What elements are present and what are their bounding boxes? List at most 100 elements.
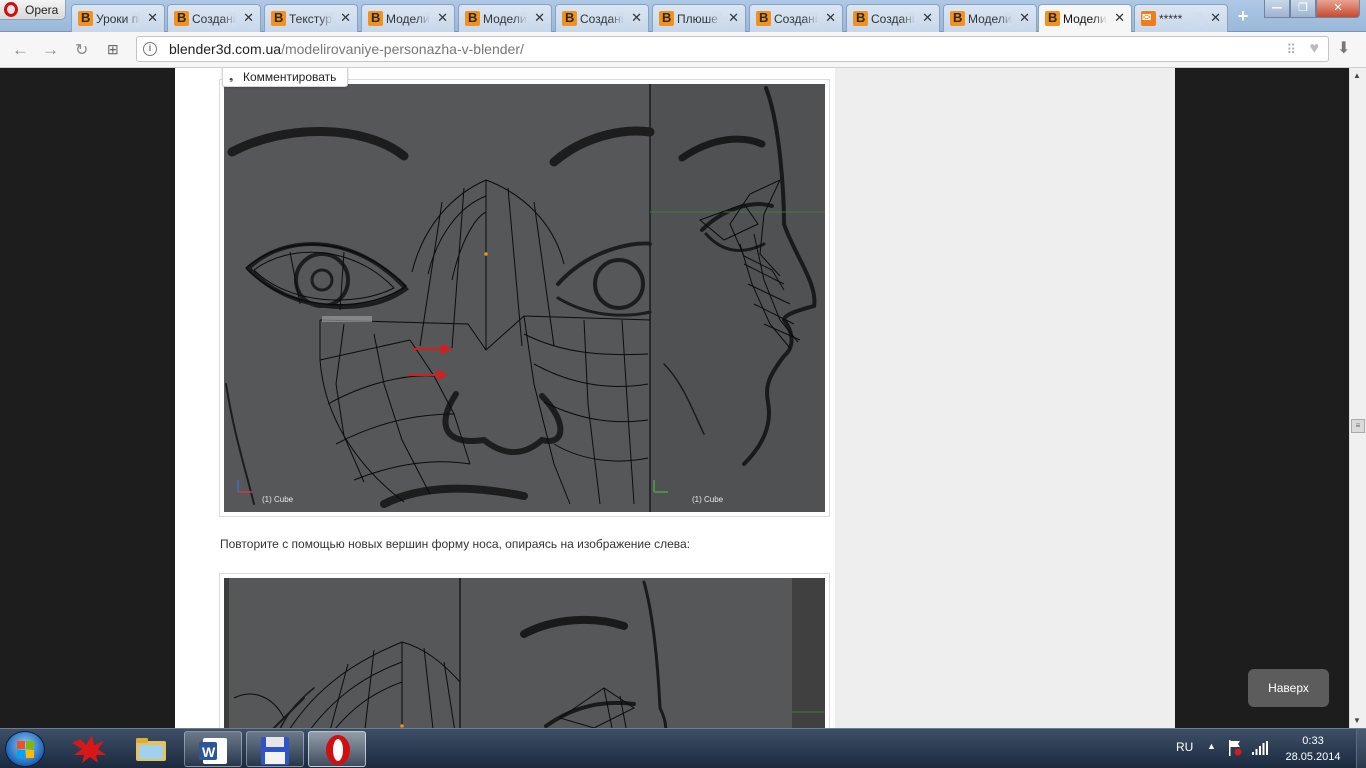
- scroll-down-arrow-icon[interactable]: ▼: [1353, 716, 1361, 725]
- tab[interactable]: Создание ✕: [749, 4, 843, 32]
- tab-title: Уроки по: [96, 12, 140, 26]
- tab-close-icon[interactable]: ✕: [1114, 10, 1125, 26]
- blender3d-favicon-icon: [271, 10, 286, 26]
- heart-bookmark-icon[interactable]: ♥: [1310, 40, 1320, 58]
- speed-dial-grid-icon[interactable]: ⊞: [107, 41, 119, 58]
- word-icon: W: [199, 738, 227, 764]
- blender3d-favicon-icon: [1045, 10, 1060, 26]
- svg-text:W: W: [202, 744, 216, 760]
- tab[interactable]: Уроки по ✕: [71, 4, 165, 32]
- close-window-icon[interactable]: ✕: [1316, 0, 1360, 18]
- tab-title: Создание: [192, 12, 236, 26]
- tab-close-icon[interactable]: ✕: [437, 10, 448, 26]
- tab-title: Создание: [774, 12, 818, 26]
- download-icon[interactable]: ⬇: [1337, 38, 1350, 58]
- tab[interactable]: Создание ✕: [846, 4, 940, 32]
- scroll-up-arrow-icon[interactable]: ▲: [1353, 71, 1361, 80]
- red-splat-icon: [72, 735, 106, 763]
- action-center-flag-icon[interactable]: [1228, 740, 1242, 756]
- maximize-icon[interactable]: ❐: [1290, 0, 1316, 18]
- url-text: blender3d.com.ua/modelirovaniye-personaz…: [169, 41, 524, 57]
- stash-grid-icon[interactable]: ⠿: [1286, 42, 1296, 58]
- comment-button[interactable]: ❟ Комментировать: [222, 68, 348, 87]
- tab-close-icon[interactable]: ✕: [922, 10, 933, 26]
- taskbar-save-app[interactable]: [246, 731, 304, 767]
- windows-taskbar: W RU ▲ 0:33 28.05.2014: [0, 728, 1366, 768]
- blender-viewport-screenshot-2: [224, 578, 825, 728]
- opera-icon: [326, 735, 350, 765]
- input-language-indicator[interactable]: RU: [1176, 740, 1193, 754]
- opera-menu-button[interactable]: Opera: [0, 0, 66, 20]
- tab[interactable]: Создание ✕: [167, 4, 261, 32]
- tab-active[interactable]: Моделир ✕: [1038, 4, 1132, 33]
- network-signal-icon[interactable]: [1252, 741, 1268, 755]
- tab-title: *****: [1159, 12, 1203, 26]
- blender3d-favicon-icon: [78, 10, 93, 26]
- comment-bubble-icon: ❟: [229, 71, 234, 83]
- tab-close-icon[interactable]: ✕: [631, 10, 642, 26]
- address-field[interactable]: i blender3d.com.ua/modelirovaniye-person…: [136, 36, 1329, 62]
- back-to-top-button[interactable]: Наверх: [1248, 669, 1329, 707]
- folder-icon: [136, 738, 166, 761]
- tutorial-image-2: [219, 573, 830, 728]
- blender3d-favicon-icon: [756, 10, 771, 26]
- viewport-left-label: (1) Cube: [262, 495, 294, 504]
- tab-close-icon[interactable]: ✕: [534, 10, 545, 26]
- clock-time: 0:33: [1302, 735, 1324, 747]
- window-controls: — ❐ ✕: [1264, 0, 1360, 18]
- tab-close-icon[interactable]: ✕: [825, 10, 836, 26]
- blender3d-favicon-icon: [950, 10, 965, 26]
- tutorial-image-1: (1) Cube (1) Cube: [219, 79, 830, 517]
- windows-logo-icon: [17, 741, 35, 759]
- taskbar-splat-app[interactable]: [60, 731, 118, 767]
- tab-close-icon[interactable]: ✕: [243, 10, 254, 26]
- tab-title: Создание: [871, 12, 915, 26]
- blender3d-favicon-icon: [368, 10, 383, 26]
- viewport-right-label: (1) Cube: [692, 495, 724, 504]
- back-arrow-icon[interactable]: ←: [12, 40, 29, 60]
- blender3d-favicon-icon: [562, 10, 577, 26]
- tab[interactable]: Текстур ✕: [264, 4, 358, 32]
- system-clock[interactable]: 0:33 28.05.2014: [1284, 733, 1342, 765]
- tab[interactable]: Моделир ✕: [943, 4, 1037, 32]
- tab-close-icon[interactable]: ✕: [1210, 10, 1221, 26]
- blender3d-favicon-icon: [465, 10, 480, 26]
- tab[interactable]: Создание ✕: [555, 4, 649, 32]
- clock-date: 28.05.2014: [1285, 751, 1341, 763]
- tab-title: Моделир: [1063, 12, 1107, 26]
- blender3d-favicon-icon: [659, 10, 674, 26]
- tab[interactable]: ***** ✕: [1134, 4, 1228, 32]
- minimize-icon[interactable]: —: [1264, 0, 1290, 18]
- mail-favicon-icon: [1141, 11, 1156, 26]
- start-button[interactable]: [5, 731, 45, 767]
- tab[interactable]: Плюше ✕: [652, 4, 746, 32]
- new-tab-button[interactable]: +: [1232, 6, 1254, 26]
- tab-title: Моделир: [483, 12, 527, 26]
- site-info-icon[interactable]: i: [143, 42, 157, 56]
- taskbar-explorer[interactable]: [122, 731, 180, 767]
- tab-close-icon[interactable]: ✕: [340, 10, 351, 26]
- tab-title: Плюше: [677, 12, 721, 26]
- scroll-thumb[interactable]: ≡: [1351, 419, 1365, 433]
- show-hidden-icons-arrow-icon[interactable]: ▲: [1207, 741, 1216, 751]
- page-viewport: ❟ Комментировать (1) Cube (1) Cube Повто…: [0, 68, 1366, 728]
- opera-logo-icon: [4, 2, 18, 17]
- blender3d-favicon-icon: [853, 10, 868, 26]
- reload-icon[interactable]: ↻: [75, 40, 88, 60]
- taskbar-opera[interactable]: [308, 731, 366, 767]
- step-caption: Повторите с помощью новых вершин форму н…: [220, 537, 691, 551]
- navigation-toolbar: ← → ↻ ⊞ i blender3d.com.ua/modelirovaniy…: [0, 32, 1366, 68]
- tab[interactable]: Моделир ✕: [458, 4, 552, 32]
- tab-close-icon[interactable]: ✕: [728, 10, 739, 26]
- page-scrollbar[interactable]: ▲ ≡ ▼: [1349, 68, 1366, 728]
- forward-arrow-icon[interactable]: →: [42, 40, 59, 60]
- tab-close-icon[interactable]: ✕: [1019, 10, 1030, 26]
- tab-bar: Opera Уроки по ✕ Создание ✕ Текстур ✕ Мо…: [0, 0, 1366, 33]
- tab[interactable]: Моделир ✕: [361, 4, 455, 32]
- tab-title: Моделир: [386, 12, 430, 26]
- blender-viewport-screenshot-1: (1) Cube (1) Cube: [224, 84, 825, 512]
- tab-title: Текстур: [289, 12, 333, 26]
- taskbar-word[interactable]: W: [184, 731, 242, 767]
- tab-close-icon[interactable]: ✕: [147, 10, 158, 26]
- show-desktop-button[interactable]: [1356, 729, 1366, 768]
